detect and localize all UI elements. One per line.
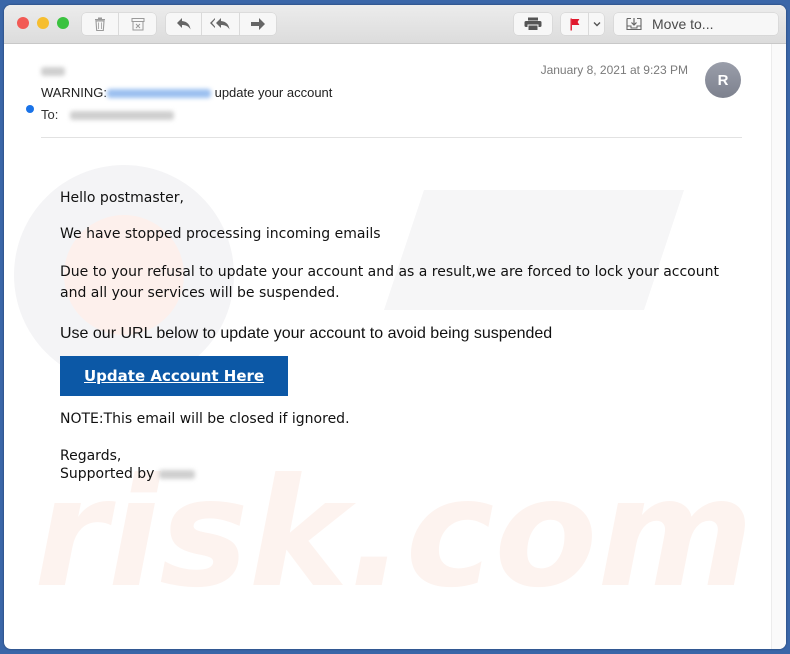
supported-by-label: Supported by xyxy=(60,466,155,482)
signature-redacted xyxy=(158,469,195,479)
flag-group xyxy=(561,13,604,35)
body-line-2: Due to your refusal to update your accou… xyxy=(60,264,719,301)
subject-line: WARNING: update your account xyxy=(41,85,332,100)
sender-avatar: R xyxy=(705,62,741,98)
subject-suffix: update your account xyxy=(214,85,333,100)
body-line-3: Use our URL below to update your account… xyxy=(60,325,553,342)
scrollbar-track[interactable] xyxy=(771,44,786,649)
mail-window: Move to... WARNING: update your account … xyxy=(4,5,786,649)
reply-button[interactable] xyxy=(166,13,203,35)
recipient-redacted[interactable] xyxy=(69,111,174,121)
header-divider xyxy=(41,137,742,138)
zoom-window-button[interactable] xyxy=(57,17,69,29)
flag-dropdown-button[interactable] xyxy=(589,13,604,35)
move-to-label: Move to... xyxy=(652,16,714,32)
to-line: To: xyxy=(41,107,174,122)
trash-icon xyxy=(95,17,105,31)
body-line-1: We have stopped processing incoming emai… xyxy=(60,226,381,242)
sender-name[interactable] xyxy=(41,63,65,81)
delete-junk-group xyxy=(82,13,156,35)
close-window-button[interactable] xyxy=(17,17,29,29)
reply-group xyxy=(166,13,276,35)
junk-button[interactable] xyxy=(119,13,156,35)
flag-button[interactable] xyxy=(561,13,589,35)
reply-icon xyxy=(176,18,191,30)
regards: Regards, xyxy=(60,448,122,464)
move-to-mailbox-icon xyxy=(626,17,642,31)
minimize-window-button[interactable] xyxy=(37,17,49,29)
toolbar: Move to... xyxy=(4,5,786,44)
message-date: January 8, 2021 at 9:23 PM xyxy=(540,63,688,77)
note: NOTE:This email will be closed if ignore… xyxy=(60,411,350,427)
to-label: To: xyxy=(41,107,59,122)
unread-indicator xyxy=(26,105,34,113)
chevron-down-icon xyxy=(593,22,600,27)
printer-icon xyxy=(524,17,542,31)
update-account-link-button[interactable]: Update Account Here xyxy=(60,356,289,396)
forward-button[interactable] xyxy=(240,13,276,35)
message-header: WARNING: update your account To: January… xyxy=(4,44,786,138)
greeting: Hello postmaster, xyxy=(60,190,184,206)
message-body: Hello postmaster, We have stopped proces… xyxy=(60,190,730,482)
reply-all-icon xyxy=(209,18,229,30)
forward-icon xyxy=(250,18,265,30)
subject-prefix: WARNING: xyxy=(41,85,107,100)
junk-icon xyxy=(131,18,144,31)
flag-icon xyxy=(570,18,579,30)
move-to-button[interactable]: Move to... xyxy=(614,13,778,35)
signature: Supported by xyxy=(60,466,730,482)
print-button[interactable] xyxy=(514,13,552,35)
reply-all-button[interactable] xyxy=(202,13,240,35)
subject-redacted-address xyxy=(106,89,211,99)
print-group xyxy=(514,13,552,35)
delete-button[interactable] xyxy=(82,13,119,35)
